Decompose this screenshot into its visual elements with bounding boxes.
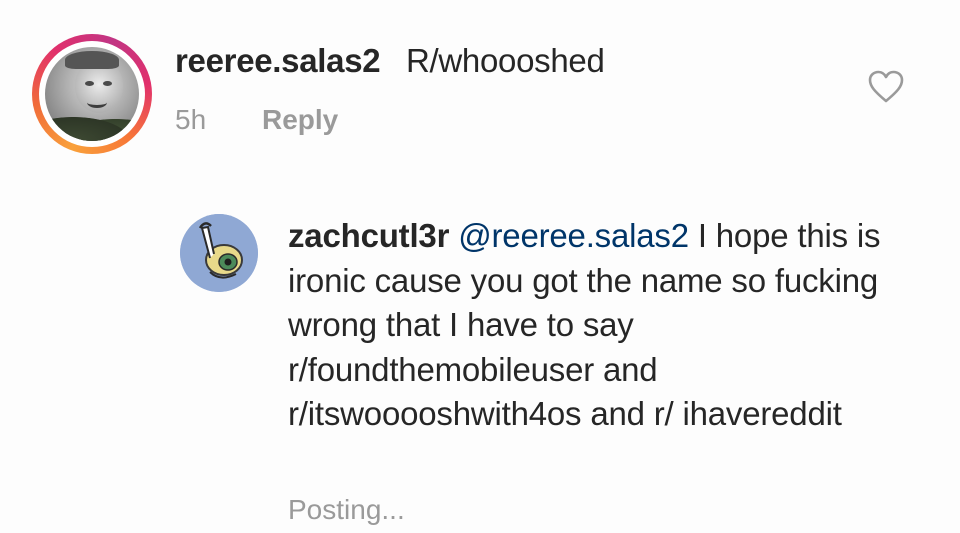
posting-status: Posting...	[288, 494, 405, 525]
comment-username[interactable]: reeree.salas2	[175, 42, 381, 80]
reply-username[interactable]: zachcutl3r	[288, 217, 449, 254]
reply-avatar-drawing	[180, 214, 258, 292]
comment: reeree.salas2 R/whoooshed 5h Reply zachc…	[0, 0, 960, 533]
avatar-eye-right	[103, 81, 112, 86]
reply-button[interactable]: Reply	[262, 104, 338, 136]
avatar-ring-gap	[39, 41, 145, 147]
avatar-background-trees	[45, 113, 139, 141]
avatar-story-ring[interactable]	[32, 34, 152, 154]
avatar-hair	[65, 51, 119, 69]
comment-timestamp: 5h	[175, 104, 207, 135]
reply-mention[interactable]: @reeree.salas2	[458, 217, 689, 254]
avatar-eye-left	[85, 81, 94, 86]
avatar-smile	[87, 97, 107, 108]
heart-outline-icon[interactable]	[868, 70, 904, 104]
comment-text: R/whoooshed	[406, 42, 605, 79]
avatar	[45, 47, 139, 141]
reply-body: zachcutl3r @reeree.salas2 I hope this is…	[288, 214, 888, 437]
reply-avatar[interactable]	[180, 214, 258, 292]
